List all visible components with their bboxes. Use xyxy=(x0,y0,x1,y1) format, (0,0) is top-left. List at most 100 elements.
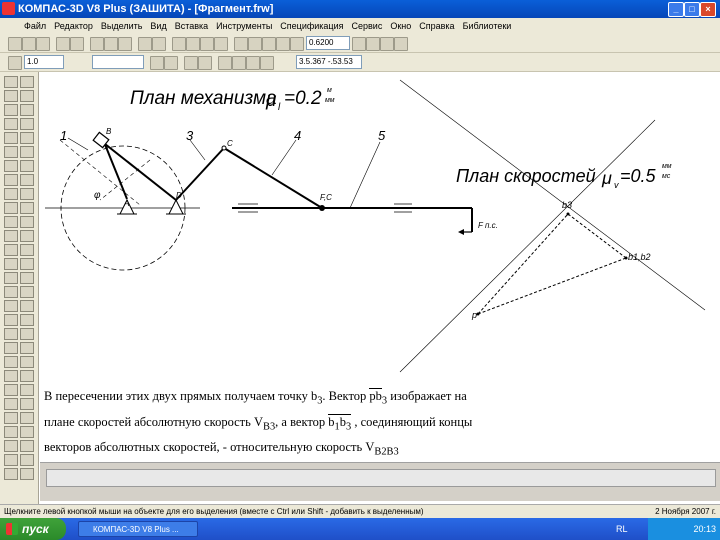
rotate-obj-icon[interactable] xyxy=(20,258,34,270)
copy-obj-icon[interactable] xyxy=(4,286,18,298)
cut-line-icon[interactable] xyxy=(20,230,34,242)
hatch-icon[interactable] xyxy=(4,160,18,172)
menu-tools[interactable]: Инструменты xyxy=(212,18,276,34)
menu-editor[interactable]: Редактор xyxy=(50,18,97,34)
rectangle-icon[interactable] xyxy=(4,132,18,144)
style-field[interactable] xyxy=(92,55,144,69)
menu-help[interactable]: Справка xyxy=(415,18,458,34)
view-arrow-icon[interactable] xyxy=(4,244,18,256)
mass-icon[interactable] xyxy=(20,342,34,354)
polyline-icon[interactable] xyxy=(4,118,18,130)
undo-icon[interactable] xyxy=(138,37,152,51)
round-icon[interactable] xyxy=(218,56,232,70)
fillet-icon[interactable] xyxy=(20,146,34,158)
zoom-all-icon[interactable] xyxy=(276,37,290,51)
menu-specification[interactable]: Спецификация xyxy=(276,18,347,34)
deform-icon[interactable] xyxy=(20,314,34,326)
spec-icon[interactable] xyxy=(4,398,18,410)
zoom-input[interactable]: 0.6200 xyxy=(306,36,350,50)
refresh-icon[interactable] xyxy=(380,37,394,51)
paste-icon[interactable] xyxy=(118,37,132,51)
table-icon[interactable] xyxy=(4,202,18,214)
leader-icon[interactable] xyxy=(4,216,18,228)
ortho-icon[interactable] xyxy=(198,56,212,70)
zoom-out-icon[interactable] xyxy=(248,37,262,51)
geometry-icon[interactable] xyxy=(4,76,18,88)
tolerance-icon[interactable] xyxy=(4,230,18,242)
state-icon[interactable] xyxy=(8,56,22,70)
view-icon[interactable] xyxy=(20,426,34,438)
zoom-in-icon[interactable] xyxy=(234,37,248,51)
axis-icon[interactable] xyxy=(20,244,34,256)
constraint-icon[interactable] xyxy=(20,384,34,396)
radial-dim-icon[interactable] xyxy=(20,174,34,186)
scale-icon[interactable] xyxy=(4,272,18,284)
help-icon[interactable] xyxy=(214,37,228,51)
attribute-icon[interactable] xyxy=(20,440,34,452)
object-icon[interactable] xyxy=(4,468,18,480)
menu-insert[interactable]: Вставка xyxy=(171,18,212,34)
break-icon[interactable] xyxy=(4,314,18,326)
distance-icon[interactable] xyxy=(20,328,34,340)
minimize-button[interactable]: _ xyxy=(668,2,684,17)
menu-service[interactable]: Сервис xyxy=(348,18,387,34)
cut-icon[interactable] xyxy=(90,37,104,51)
menu-window[interactable]: Окно xyxy=(386,18,415,34)
print-icon[interactable] xyxy=(56,37,70,51)
ellipse-icon[interactable] xyxy=(20,104,34,116)
cursor-icon[interactable] xyxy=(260,56,274,70)
arc-icon[interactable] xyxy=(4,104,18,116)
macro-icon[interactable] xyxy=(20,412,34,424)
param-icon[interactable] xyxy=(4,384,18,396)
properties-icon[interactable] xyxy=(186,37,200,51)
taskbar-app-button[interactable]: КОМПАС-3D V8 Plus ... xyxy=(78,521,198,537)
dimension-icon[interactable] xyxy=(4,174,18,186)
template-icon[interactable] xyxy=(20,454,34,466)
bom-icon[interactable] xyxy=(4,454,18,466)
manager-icon[interactable] xyxy=(172,37,186,51)
save-icon[interactable] xyxy=(36,37,50,51)
zoom-scale-icon[interactable] xyxy=(290,37,304,51)
layer-manager-icon[interactable] xyxy=(20,468,34,480)
grid-icon[interactable] xyxy=(150,56,164,70)
contour-icon[interactable] xyxy=(20,160,34,172)
zoom-window-icon[interactable] xyxy=(262,37,276,51)
close-button[interactable]: × xyxy=(700,2,716,17)
language-indicator[interactable]: RL xyxy=(616,518,628,540)
area-icon[interactable] xyxy=(4,342,18,354)
mirror-icon[interactable] xyxy=(20,272,34,284)
array-icon[interactable] xyxy=(20,286,34,298)
segment-icon[interactable] xyxy=(4,90,18,102)
copy-icon[interactable] xyxy=(104,37,118,51)
insert-icon[interactable] xyxy=(4,412,18,424)
select-layer-icon[interactable] xyxy=(4,370,18,382)
move-icon[interactable] xyxy=(4,258,18,270)
menu-libraries[interactable]: Библиотеки xyxy=(459,18,516,34)
snap-icon[interactable] xyxy=(184,56,198,70)
roughness-icon[interactable] xyxy=(20,202,34,214)
command-prompt-field[interactable] xyxy=(46,469,716,487)
layers-icon[interactable] xyxy=(200,37,214,51)
trim-icon[interactable] xyxy=(4,300,18,312)
parametric-icon[interactable] xyxy=(246,56,260,70)
select-icon[interactable] xyxy=(4,356,18,368)
fragment-icon[interactable] xyxy=(4,426,18,438)
menu-file[interactable]: Файл xyxy=(20,18,50,34)
select-window-icon[interactable] xyxy=(20,356,34,368)
spline-icon[interactable] xyxy=(20,118,34,130)
menu-select[interactable]: Выделить xyxy=(97,18,147,34)
report-icon[interactable] xyxy=(20,398,34,410)
local-cs-icon[interactable] xyxy=(164,56,178,70)
text-icon[interactable] xyxy=(20,188,34,200)
menu-view[interactable]: Вид xyxy=(146,18,170,34)
select-all-icon[interactable] xyxy=(20,370,34,382)
base-icon[interactable] xyxy=(20,216,34,228)
manual-icon[interactable] xyxy=(232,56,246,70)
measure-icon[interactable] xyxy=(4,328,18,340)
preview-icon[interactable] xyxy=(70,37,84,51)
circle-icon[interactable] xyxy=(20,90,34,102)
pan-icon[interactable] xyxy=(352,37,366,51)
library-icon[interactable] xyxy=(4,440,18,452)
extend-icon[interactable] xyxy=(20,300,34,312)
layer-field[interactable]: 1.0 xyxy=(24,55,64,69)
